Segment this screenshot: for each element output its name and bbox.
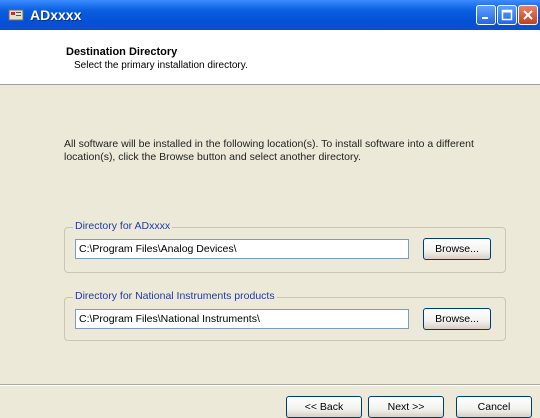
directory-field-ni[interactable]: C:\Program Files\National Instruments\ [75, 309, 409, 329]
minimize-icon [482, 17, 488, 19]
browse-button-ni[interactable]: Browse... [423, 308, 491, 330]
directory-group-ni: Directory for National Instruments produ… [64, 290, 506, 341]
back-button[interactable]: << Back [286, 396, 362, 418]
close-icon [523, 10, 533, 20]
installer-icon [8, 8, 24, 22]
installer-window: ADxxxx Destination Directory Select the … [0, 0, 540, 418]
description-text: All software will be installed in the fo… [64, 138, 474, 163]
group-label: Directory for National Instruments produ… [73, 290, 277, 302]
group-label: Directory for ADxxxx [73, 220, 173, 232]
page-title: Destination Directory [66, 46, 178, 58]
browse-button-adxxxx[interactable]: Browse... [423, 238, 491, 260]
page-subtitle: Select the primary installation director… [74, 60, 248, 71]
bottom-separator [0, 384, 540, 386]
directory-field-adxxxx[interactable]: C:\Program Files\Analog Devices\ [75, 239, 409, 259]
close-button[interactable] [518, 5, 538, 25]
title-bar[interactable]: ADxxxx [0, 0, 540, 30]
directory-group-adxxxx: Directory for ADxxxx C:\Program Files\An… [64, 220, 506, 273]
next-button[interactable]: Next >> [368, 396, 444, 418]
cancel-button[interactable]: Cancel [456, 396, 532, 418]
maximize-button[interactable] [497, 5, 517, 25]
minimize-button[interactable] [476, 5, 496, 25]
maximize-icon [501, 9, 513, 21]
window-title: ADxxxx [30, 7, 82, 23]
